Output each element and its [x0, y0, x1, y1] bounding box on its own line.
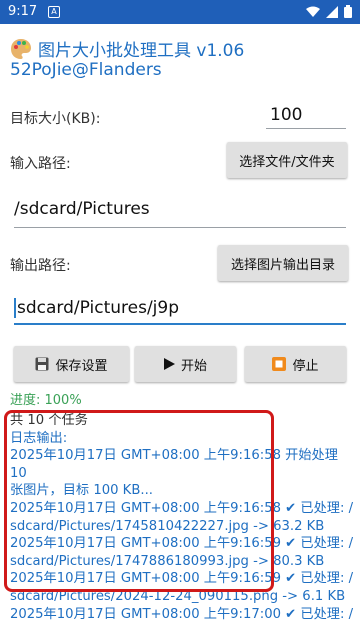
highlight-box [4, 410, 274, 592]
signal-icon [326, 5, 338, 18]
status-bar: 9:17 A [0, 0, 360, 24]
output-path-field[interactable]: sdcard/Pictures/j9p [14, 298, 346, 318]
floppy-disk-icon [35, 357, 49, 371]
text-cursor [14, 298, 16, 318]
battery-icon [344, 5, 352, 18]
input-path-field[interactable]: /sdcard/Pictures [14, 199, 346, 219]
select-output-button[interactable]: 选择图片输出目录 [218, 245, 348, 281]
wifi-icon [306, 6, 320, 17]
progress-text: 进度: 100% [10, 393, 82, 408]
status-icons [306, 5, 352, 18]
app-subtitle: 52PoJie@Flanders [10, 60, 162, 80]
input-path-underline [14, 227, 346, 228]
select-input-button[interactable]: 选择文件/文件夹 [227, 142, 347, 178]
play-icon [163, 358, 175, 370]
palette-icon [11, 38, 31, 59]
target-size-input[interactable]: 100 [270, 105, 346, 125]
output-path-label: 输出路径: [10, 258, 71, 274]
clock: 9:17 [8, 4, 38, 19]
app-title: 图片大小批处理工具 v1.06 [10, 36, 244, 61]
notification-icon: A [48, 6, 60, 18]
save-settings-button[interactable]: 保存设置 [14, 346, 129, 382]
stop-icon [272, 357, 287, 371]
save-settings-label: 保存设置 [55, 358, 108, 374]
output-path-underline [14, 323, 346, 325]
start-button[interactable]: 开始 [135, 346, 236, 382]
input-path-label: 输入路径: [10, 156, 71, 172]
stop-button[interactable]: 停止 [245, 346, 346, 382]
app-title-text: 图片大小批处理工具 v1.06 [38, 41, 245, 61]
stop-label: 停止 [292, 358, 319, 374]
log-line: 2025年10月17日 GMT+08:00 上午9:17:00 ✔ 已处理: / [10, 606, 354, 622]
target-size-underline [266, 128, 346, 129]
target-size-label: 目标大小(KB): [10, 111, 101, 127]
output-path-text: sdcard/Pictures/j9p [17, 298, 179, 318]
start-label: 开始 [180, 358, 207, 374]
